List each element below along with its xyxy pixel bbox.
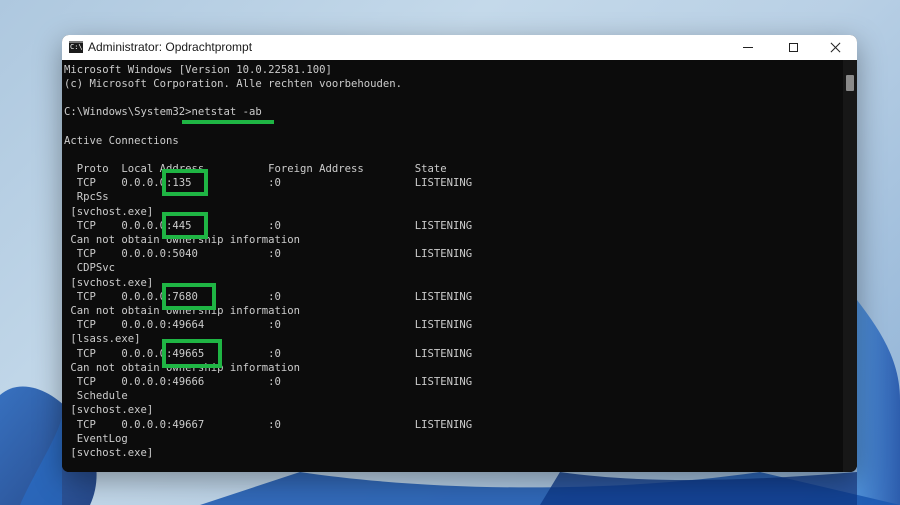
connection-row: TCP 0.0.0.0:5040 :0 LISTENING: [64, 248, 473, 260]
connection-row: TCP 0.0.0.0:49666 :0 LISTENING: [64, 376, 473, 388]
process-name: [lsass.exe]: [64, 333, 141, 345]
maximize-icon: [788, 43, 798, 52]
minimize-icon: [743, 47, 753, 48]
process-name: [svchost.exe]: [64, 447, 154, 459]
console-output[interactable]: Microsoft Windows [Version 10.0.22581.10…: [62, 60, 843, 472]
connection-row: TCP 0.0.0.0:135 :0 LISTENING: [64, 177, 473, 189]
service-name: RpcSs: [64, 191, 109, 203]
console-line: Microsoft Windows [Version 10.0.22581.10…: [64, 64, 332, 76]
table-header: Proto Local Address Foreign Address Stat…: [64, 163, 447, 175]
connection-row: TCP 0.0.0.0:7680 :0 LISTENING: [64, 291, 473, 303]
section-heading: Active Connections: [64, 135, 179, 147]
connection-row: TCP 0.0.0.0:49665 :0 LISTENING: [64, 348, 473, 360]
command-prompt-window[interactable]: Administrator: Opdrachtprompt Microsoft …: [62, 35, 857, 472]
process-name: [svchost.exe]: [64, 404, 154, 416]
close-button[interactable]: [815, 35, 855, 60]
port-highlight-box: [162, 212, 208, 239]
window-title: Administrator: Opdrachtprompt: [88, 40, 253, 54]
vertical-scrollbar[interactable]: [843, 60, 857, 472]
command-highlight-underline: [182, 120, 274, 124]
console-line: (c) Microsoft Corporation. Alle rechten …: [64, 78, 403, 90]
service-name: EventLog: [64, 433, 128, 445]
close-icon: [830, 42, 841, 53]
service-name: CDPSvc: [64, 262, 116, 274]
scrollbar-thumb[interactable]: [846, 75, 854, 91]
title-bar[interactable]: Administrator: Opdrachtprompt: [62, 35, 857, 60]
port-highlight-box: [162, 339, 222, 368]
port-highlight-box: [162, 169, 208, 196]
port-highlight-box: [162, 283, 216, 310]
command-prompt-icon: [69, 41, 83, 53]
process-name: [svchost.exe]: [64, 277, 154, 289]
connection-row: TCP 0.0.0.0:445 :0 LISTENING: [64, 220, 473, 232]
service-name: Schedule: [64, 390, 128, 402]
maximize-button[interactable]: [773, 35, 813, 60]
connection-row: TCP 0.0.0.0:49667 :0 LISTENING: [64, 419, 473, 431]
process-name: [svchost.exe]: [64, 206, 154, 218]
minimize-button[interactable]: [728, 35, 768, 60]
connection-row: TCP 0.0.0.0:49664 :0 LISTENING: [64, 319, 473, 331]
command-line: C:\Windows\System32>netstat -ab: [64, 106, 262, 118]
